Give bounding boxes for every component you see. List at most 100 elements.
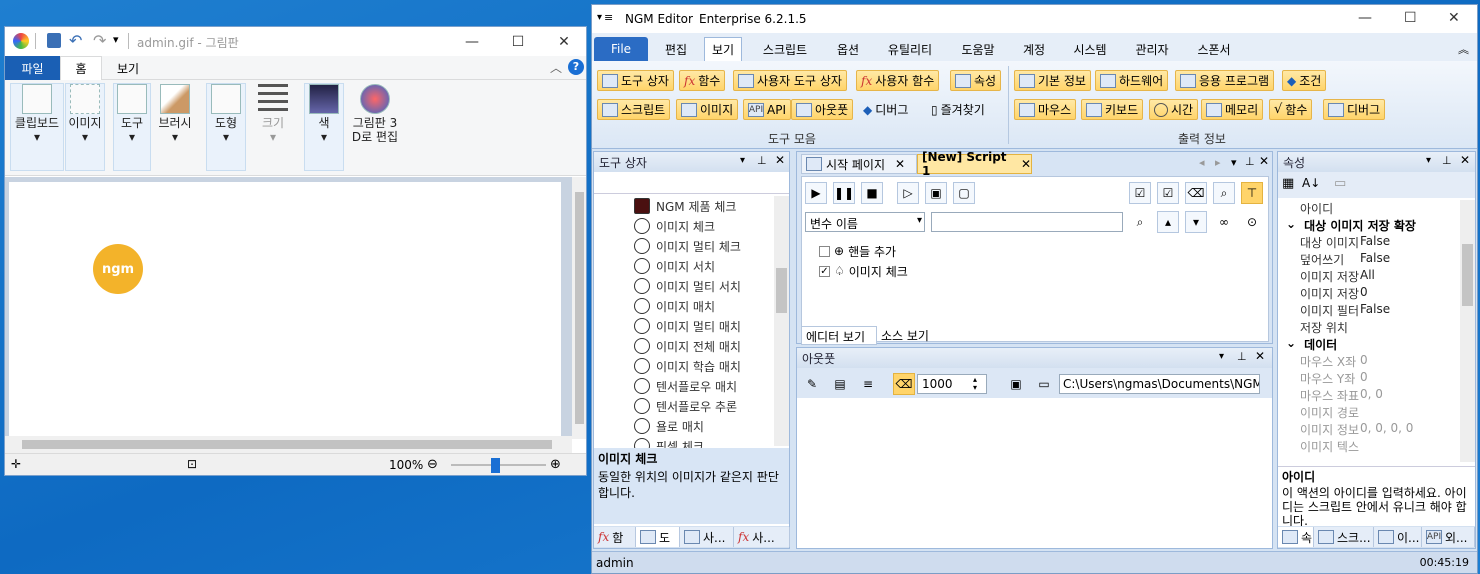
tab-start-page[interactable]: 시작 페이지 ✕	[801, 154, 917, 174]
property-row[interactable]: 마우스 좌표 0, 0	[1300, 387, 1383, 404]
toolbox-item[interactable]: 이미지 체크	[634, 216, 715, 236]
property-category[interactable]: ⌄ 데이터	[1286, 336, 1337, 353]
clipboard-button[interactable]: 클립보드 ▾	[10, 84, 64, 144]
btn-image[interactable]: 이미지	[676, 99, 739, 120]
menu-view[interactable]: 보기	[704, 37, 742, 61]
property-value[interactable]: False	[1360, 234, 1390, 251]
property-row[interactable]: 이미지 필터 False	[1300, 302, 1390, 319]
close-button[interactable]: ✕	[541, 27, 586, 56]
more-icon[interactable]: ⊙	[1241, 211, 1263, 233]
property-value[interactable]: 0	[1360, 285, 1368, 302]
zoom-out-button[interactable]: ⊖	[427, 457, 438, 472]
help-icon[interactable]: ?	[568, 59, 584, 75]
checkbox[interactable]	[819, 245, 830, 257]
btn-toolbox[interactable]: 도구 상자	[597, 70, 674, 91]
property-category[interactable]: ⌄ 대상 이미지 저장 확장	[1286, 217, 1416, 234]
clear-icon[interactable]: ✎	[801, 373, 823, 395]
menu-help[interactable]: 도움말	[952, 37, 1004, 61]
tab-right-icon[interactable]: ▸	[1215, 156, 1221, 169]
pin-icon[interactable]: ⊥	[1245, 155, 1255, 168]
property-value[interactable]: False	[1360, 251, 1390, 268]
zoom-in-button[interactable]: ⊕	[550, 457, 561, 472]
tab-props[interactable]: 속	[1278, 527, 1314, 547]
panel-dropdown-icon[interactable]: ▾	[1219, 351, 1224, 362]
panel-close-icon[interactable]: ✕	[775, 153, 785, 167]
ribbon-collapse-icon[interactable]: ︽	[1458, 41, 1469, 57]
property-value[interactable]: 0, 0	[1360, 387, 1383, 404]
btn-time[interactable]: 시간	[1149, 99, 1199, 120]
color-button[interactable]: 색 ▾	[304, 84, 344, 144]
property-value[interactable]: 0	[1360, 353, 1368, 370]
sort-az-icon[interactable]: A↓	[1302, 176, 1320, 190]
list-icon[interactable]: ≡	[857, 373, 879, 395]
btn-api[interactable]: API API	[743, 99, 791, 120]
btn-function[interactable]: fx 함수	[679, 70, 726, 91]
check-all-icon[interactable]: ☑	[1129, 182, 1151, 204]
toolbox-item[interactable]: 이미지 멀티 체크	[634, 236, 741, 256]
toolbox-item[interactable]: 이미지 전체 매치	[634, 336, 741, 356]
btn-user-toolbox[interactable]: 사용자 도구 상자	[733, 70, 847, 91]
horizontal-scrollbar[interactable]	[5, 436, 572, 453]
maximize-button[interactable]: ☐	[495, 27, 541, 56]
menu-account[interactable]: 계정	[1014, 37, 1054, 61]
property-row[interactable]: 대상 이미지 False	[1300, 234, 1390, 251]
property-row[interactable]: 아이디	[1300, 200, 1360, 217]
tab-user-functions[interactable]: fx 사...	[734, 527, 790, 547]
step-play-icon[interactable]: ▷	[897, 182, 919, 204]
play-icon[interactable]: ▶	[805, 182, 827, 204]
spinner-icon[interactable]: ▴ ▾	[973, 376, 977, 392]
stop-icon[interactable]: ■	[861, 182, 883, 204]
tree-node-add-handle[interactable]: ⊕ 핸들 추가	[819, 242, 896, 260]
collapse-chevron-icon[interactable]: ⌄	[1286, 217, 1296, 234]
btn-application[interactable]: 응용 프로그램	[1175, 70, 1275, 91]
shapes-button[interactable]: 도형 ▾	[206, 84, 246, 144]
toolbox-item[interactable]: 텐서플로우 추론	[634, 396, 737, 416]
document-icon[interactable]: ▤	[829, 373, 851, 395]
step-over-icon[interactable]: ▢	[953, 182, 975, 204]
property-row[interactable]: 이미지 텍스	[1300, 438, 1360, 455]
tab-images[interactable]: 이...	[1374, 527, 1422, 547]
toolbox-item[interactable]: NGM 제품 체크	[634, 196, 736, 216]
zoom-slider-thumb[interactable]	[491, 458, 500, 473]
pin-icon[interactable]: ⊥	[757, 154, 767, 167]
btn-mouse[interactable]: 마우스	[1014, 99, 1077, 120]
btn-output-function[interactable]: √ 함수	[1269, 99, 1313, 120]
toolbox-item[interactable]: 이미지 학습 매치	[634, 356, 741, 376]
toolbox-item[interactable]: 이미지 서치	[634, 256, 715, 276]
tab-close-icon[interactable]: ✕	[1021, 157, 1031, 171]
loop-icon[interactable]: ∞	[1213, 211, 1235, 233]
minimize-button[interactable]: —	[449, 27, 495, 56]
checkbox-checked[interactable]: ✓	[819, 265, 830, 277]
btn-memory[interactable]: 메모리	[1201, 99, 1264, 120]
ngm-minimize-button[interactable]: —	[1358, 10, 1372, 26]
panel-close-icon[interactable]: ✕	[1259, 154, 1269, 168]
menu-edit[interactable]: 편집	[656, 37, 696, 61]
folder-icon[interactable]: ▭	[1033, 373, 1055, 395]
toolbox-search-input[interactable]	[594, 172, 789, 194]
property-row[interactable]: 저장 위치	[1300, 319, 1360, 336]
size-button[interactable]: 크기 ▾	[253, 84, 293, 144]
btn-output[interactable]: 아웃풋	[791, 99, 854, 120]
drawing-canvas[interactable]: ngm	[9, 182, 561, 438]
tab-left-icon[interactable]: ◂	[1199, 156, 1205, 169]
brushes-button[interactable]: 브러시 ▾	[153, 84, 197, 144]
variable-search-input[interactable]	[931, 212, 1123, 232]
btn-output-debug[interactable]: 디버그	[1323, 99, 1386, 120]
toolbox-item[interactable]: 이미지 멀티 매치	[634, 316, 741, 336]
tab-list-icon[interactable]: ▾	[1231, 156, 1237, 169]
toolbox-item[interactable]: 이미지 멀티 서치	[634, 276, 741, 296]
tab-close-icon[interactable]: ✕	[895, 157, 905, 171]
tab-script-1[interactable]: [New] Script 1 ✕	[917, 150, 1032, 178]
toolbox-item[interactable]: 이미지 매치	[634, 296, 715, 316]
tab-home[interactable]: 홈	[60, 56, 102, 80]
delete-icon[interactable]: ⌫	[1185, 182, 1207, 204]
pin-icon[interactable]: ⊥	[1237, 350, 1247, 363]
panel-close-icon[interactable]: ✕	[1460, 153, 1470, 167]
btn-keyboard[interactable]: 키보드	[1081, 99, 1144, 120]
menu-options[interactable]: 옵션	[828, 37, 868, 61]
property-row[interactable]: 마우스 X좌 0	[1300, 353, 1368, 370]
property-row[interactable]: 이미지 경로	[1300, 404, 1360, 421]
tab-file[interactable]: 파일	[5, 56, 60, 80]
property-row[interactable]: 이미지 정보 0, 0, 0, 0	[1300, 421, 1413, 438]
panel-close-icon[interactable]: ✕	[1255, 349, 1265, 363]
